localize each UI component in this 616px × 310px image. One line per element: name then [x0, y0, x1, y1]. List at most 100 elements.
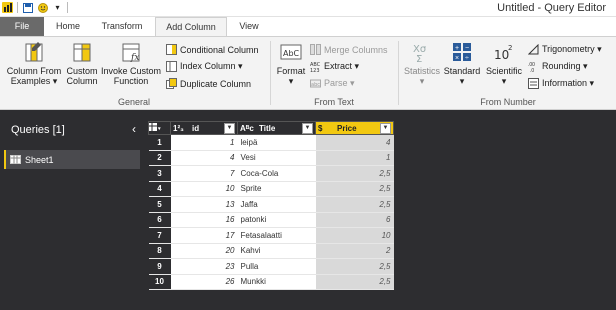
table-row[interactable]: 8 20 Kahvi 2 [148, 243, 394, 259]
cell-title[interactable]: Sprite [237, 181, 316, 197]
cell-price[interactable]: 2,5 [315, 165, 394, 182]
statistics-icon: XσΣ [413, 44, 427, 63]
filter-dropdown-icon[interactable]: ▼ [224, 122, 235, 134]
index-column-button[interactable]: Index Column ▾ [166, 61, 243, 72]
scientific-icon: 102 [494, 44, 512, 62]
row-number-cell[interactable]: 3 [148, 165, 171, 182]
cell-id[interactable]: 23 [170, 258, 238, 275]
cell-title[interactable]: leipä [237, 134, 316, 151]
table-menu-button[interactable]: ▾ [148, 121, 171, 135]
format-label: Format [276, 66, 306, 76]
rounding-button[interactable]: .00.0 Rounding ▾ [528, 61, 588, 72]
table-row[interactable]: 1 1 leipä 4 [148, 134, 394, 151]
standard-button[interactable]: + − × ÷ Standard ▾ [442, 41, 482, 86]
table-row[interactable]: 4 10 Sprite 2,5 [148, 181, 394, 197]
row-number-cell[interactable]: 4 [148, 181, 171, 197]
cell-price[interactable]: 2,5 [315, 274, 394, 290]
cell-id[interactable]: 17 [170, 227, 238, 244]
filter-dropdown-icon[interactable]: ▼ [380, 122, 391, 134]
column-header-label: Title [259, 123, 276, 133]
cell-price[interactable]: 10 [315, 227, 394, 244]
cell-id[interactable]: 16 [170, 212, 238, 228]
column-from-examples-label: Column From Examples ▾ [6, 66, 62, 86]
cell-title[interactable]: Pulla [237, 258, 316, 275]
column-header-price[interactable]: $ Price ▼ [315, 121, 394, 135]
cell-title[interactable]: Vesi [237, 150, 316, 166]
svg-text:Σ: Σ [416, 54, 422, 63]
cell-price[interactable]: 6 [315, 212, 394, 228]
table-row[interactable]: 6 16 patonki 6 [148, 212, 394, 228]
trigonometry-button[interactable]: Trigonometry ▾ [528, 44, 602, 55]
quick-access-toolbar: ▾ [2, 2, 68, 13]
type-number-icon[interactable]: 1²₃ [173, 124, 189, 133]
query-item-sheet1[interactable]: Sheet1 [4, 150, 140, 169]
cell-price[interactable]: 4 [315, 134, 394, 151]
index-column-label: Index Column ▾ [180, 61, 243, 71]
type-text-icon[interactable]: Aᴮc [240, 124, 256, 133]
customize-qat-icon[interactable]: ▾ [52, 2, 63, 13]
cell-id[interactable]: 13 [170, 196, 238, 213]
group-general-label: General [117, 97, 151, 107]
invoke-custom-function-button[interactable]: fx Invoke Custom Function [100, 41, 162, 86]
tab-home[interactable]: Home [48, 17, 88, 36]
cell-id[interactable]: 4 [170, 150, 238, 166]
column-header-title[interactable]: Aᴮc Title ▼ [237, 121, 316, 135]
tab-view[interactable]: View [230, 17, 268, 36]
column-from-examples-button[interactable]: Column From Examples ▾ [4, 41, 64, 86]
parse-button[interactable]: abc Parse ▾ [310, 78, 355, 89]
row-number-cell[interactable]: 7 [148, 227, 171, 244]
query-item-label: Sheet1 [25, 154, 54, 165]
extract-button[interactable]: ABC 123 Extract ▾ [310, 61, 359, 72]
tab-file[interactable]: File [0, 17, 44, 36]
statistics-button[interactable]: Xσ Σ Statistics ▾ [402, 41, 442, 86]
format-button[interactable]: AbC Format ▾ [274, 41, 308, 86]
cell-price[interactable]: 1 [315, 150, 394, 166]
cell-price[interactable]: 2,5 [315, 258, 394, 275]
cell-id[interactable]: 26 [170, 274, 238, 290]
cell-id[interactable]: 10 [170, 181, 238, 197]
cell-title[interactable]: Munkki [237, 274, 316, 290]
collapse-chevron-icon[interactable]: ‹ [132, 122, 136, 136]
table-row[interactable]: 10 26 Munkki 2,5 [148, 274, 394, 290]
row-number-cell[interactable]: 10 [148, 274, 171, 290]
information-button[interactable]: Information ▾ [528, 78, 594, 89]
table-row[interactable]: 7 17 Fetasalaatti 10 [148, 227, 394, 244]
cell-title[interactable]: patonki [237, 212, 316, 228]
filter-dropdown-icon[interactable]: ▼ [302, 122, 313, 134]
cell-id[interactable]: 7 [170, 165, 238, 182]
save-icon[interactable] [22, 2, 33, 13]
row-number-cell[interactable]: 6 [148, 212, 171, 228]
group-general: Column From Examples ▾ Custom Column fx … [0, 37, 268, 109]
smiley-feedback-icon[interactable] [37, 2, 48, 13]
scientific-button[interactable]: 10 2 Scientific ▾ [482, 41, 526, 86]
table-row[interactable]: 3 7 Coca-Cola 2,5 [148, 165, 394, 182]
row-number-cell[interactable]: 5 [148, 196, 171, 213]
row-number-cell[interactable]: 8 [148, 243, 171, 259]
cell-id[interactable]: 20 [170, 243, 238, 259]
tab-transform[interactable]: Transform [92, 17, 152, 36]
cell-price[interactable]: 2,5 [315, 181, 394, 197]
row-number-cell[interactable]: 1 [148, 134, 171, 151]
table-row[interactable]: 5 13 Jaffa 2,5 [148, 196, 394, 213]
cell-title[interactable]: Coca-Cola [237, 165, 316, 182]
power-bi-logo-icon [2, 2, 13, 13]
conditional-column-button[interactable]: Conditional Column [166, 44, 259, 55]
cell-title[interactable]: Kahvi [237, 243, 316, 259]
duplicate-column-button[interactable]: Duplicate Column [166, 78, 251, 89]
table-row[interactable]: 9 23 Pulla 2,5 [148, 258, 394, 275]
cell-price[interactable]: 2 [315, 243, 394, 259]
cell-title[interactable]: Fetasalaatti [237, 227, 316, 244]
column-header-id[interactable]: 1²₃ id ▼ [170, 121, 238, 135]
tab-add-column[interactable]: Add Column [155, 17, 227, 37]
row-number-cell[interactable]: 2 [148, 150, 171, 166]
merge-columns-button[interactable]: Merge Columns [310, 44, 388, 55]
cell-price[interactable]: 2,5 [315, 196, 394, 213]
table-row[interactable]: 2 4 Vesi 1 [148, 150, 394, 166]
row-number-cell[interactable]: 9 [148, 258, 171, 275]
custom-column-button[interactable]: Custom Column [64, 41, 100, 86]
cell-id[interactable]: 1 [170, 134, 238, 151]
cell-title[interactable]: Jaffa [237, 196, 316, 213]
group-from-text-label: From Text [314, 97, 354, 107]
type-currency-icon[interactable]: $ [318, 124, 334, 133]
queries-pane-title: Queries [1] [11, 124, 65, 136]
